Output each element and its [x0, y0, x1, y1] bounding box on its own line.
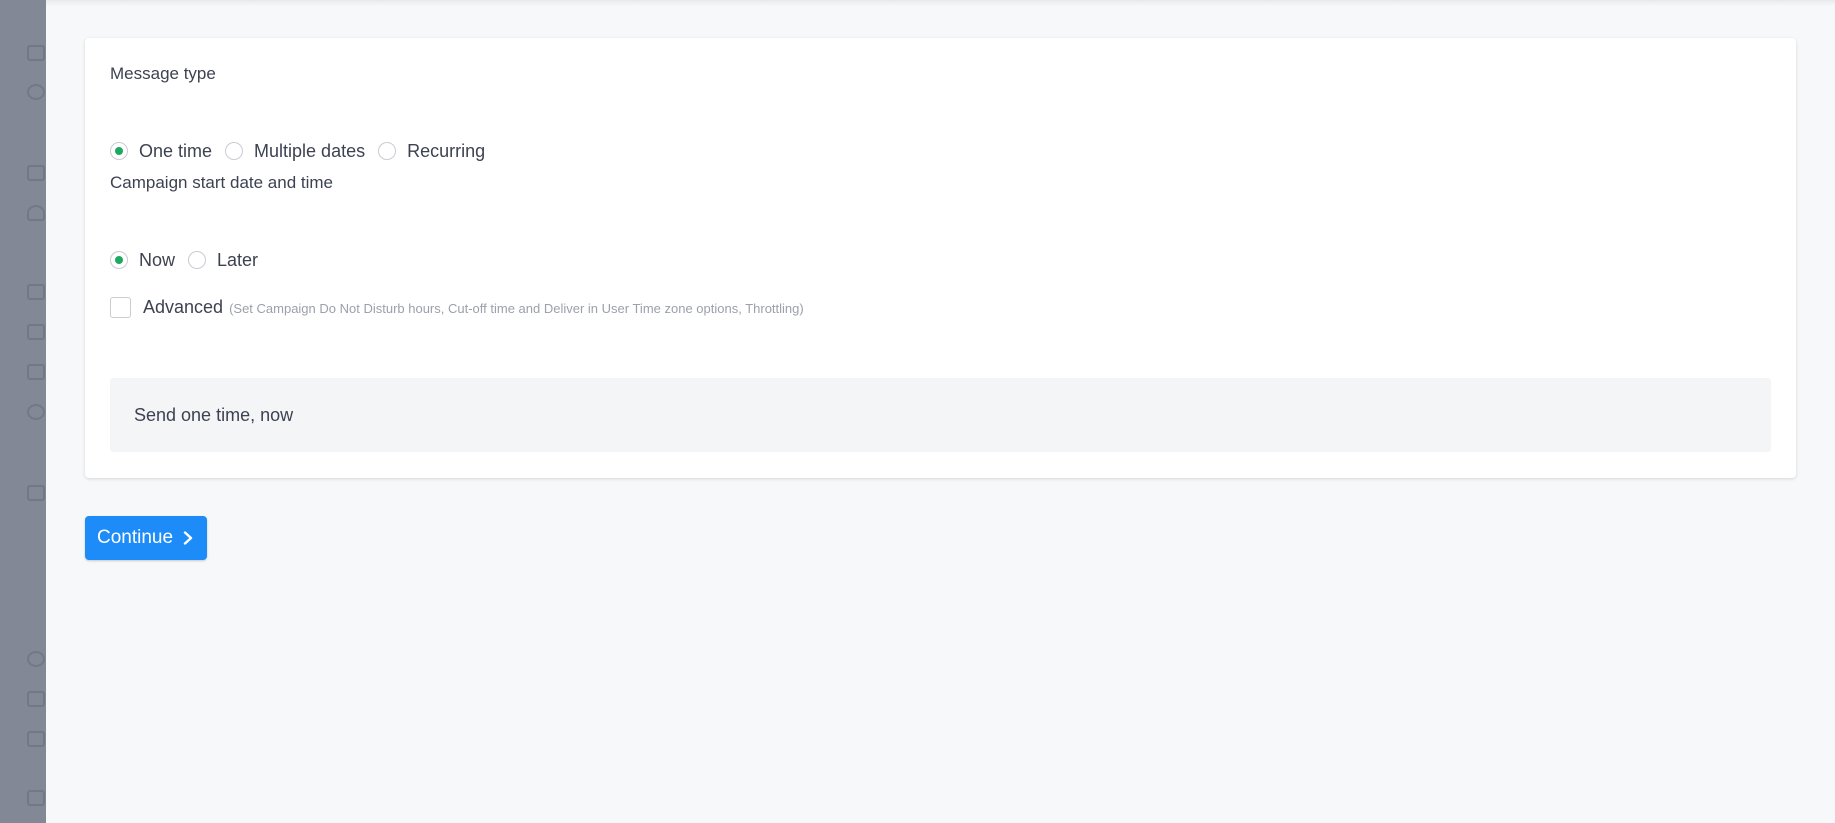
apps-icon[interactable]	[27, 790, 45, 806]
book-icon[interactable]	[27, 691, 45, 707]
chevron-right-icon	[183, 531, 193, 545]
advanced-hint: (Set Campaign Do Not Disturb hours, Cut-…	[229, 301, 804, 316]
chart-pie-icon[interactable]	[27, 84, 45, 100]
radio-button[interactable]	[110, 142, 128, 160]
radio-recurring[interactable]: Recurring	[378, 141, 485, 162]
radio-label: Multiple dates	[254, 140, 366, 161]
bar-chart-icon[interactable]	[27, 165, 45, 181]
gear-icon[interactable]	[27, 651, 45, 667]
radio-label: Now	[139, 249, 176, 270]
chat-icon[interactable]	[27, 284, 45, 300]
campaign-start-label: Campaign start date and time	[110, 173, 334, 192]
advanced-checkbox[interactable]	[110, 296, 131, 318]
top-shadow	[46, 0, 1835, 6]
inbox-icon[interactable]	[27, 324, 45, 340]
advanced-label[interactable]: Advanced	[143, 297, 223, 318]
main-panel: Message type One time Multiple dates Rec…	[46, 0, 1835, 823]
message-type-radio-group: One time Multiple dates Recurring	[110, 138, 498, 164]
person-icon[interactable]	[27, 205, 45, 221]
schedule-card: Message type One time Multiple dates Rec…	[85, 38, 1796, 478]
message-type-label: Message type	[110, 64, 216, 83]
radio-multiple-dates[interactable]: Multiple dates	[225, 141, 365, 162]
refresh-icon[interactable]	[27, 404, 45, 420]
radio-now[interactable]: Now	[110, 250, 175, 271]
calendar-icon[interactable]	[27, 485, 45, 501]
radio-label: One time	[139, 140, 213, 161]
advanced-option: Advanced (Set Campaign Do Not Disturb ho…	[110, 294, 804, 320]
radio-button[interactable]	[110, 251, 128, 269]
mail-icon[interactable]	[27, 364, 45, 380]
radio-one-time[interactable]: One time	[110, 141, 212, 162]
radio-button[interactable]	[188, 251, 207, 269]
radio-later[interactable]: Later	[188, 250, 258, 271]
schedule-summary: Send one time, now	[110, 378, 1771, 452]
radio-button[interactable]	[378, 142, 397, 160]
radio-label: Later	[217, 249, 259, 270]
users-icon[interactable]	[27, 45, 45, 61]
continue-label: Continue	[96, 527, 174, 548]
warning-icon[interactable]	[27, 731, 45, 747]
continue-button[interactable]: Continue	[85, 516, 207, 560]
campaign-start-radio-group: Now Later	[110, 247, 271, 273]
radio-button[interactable]	[225, 142, 244, 160]
radio-label: Recurring	[407, 140, 486, 161]
sidebar-rail	[0, 0, 46, 823]
